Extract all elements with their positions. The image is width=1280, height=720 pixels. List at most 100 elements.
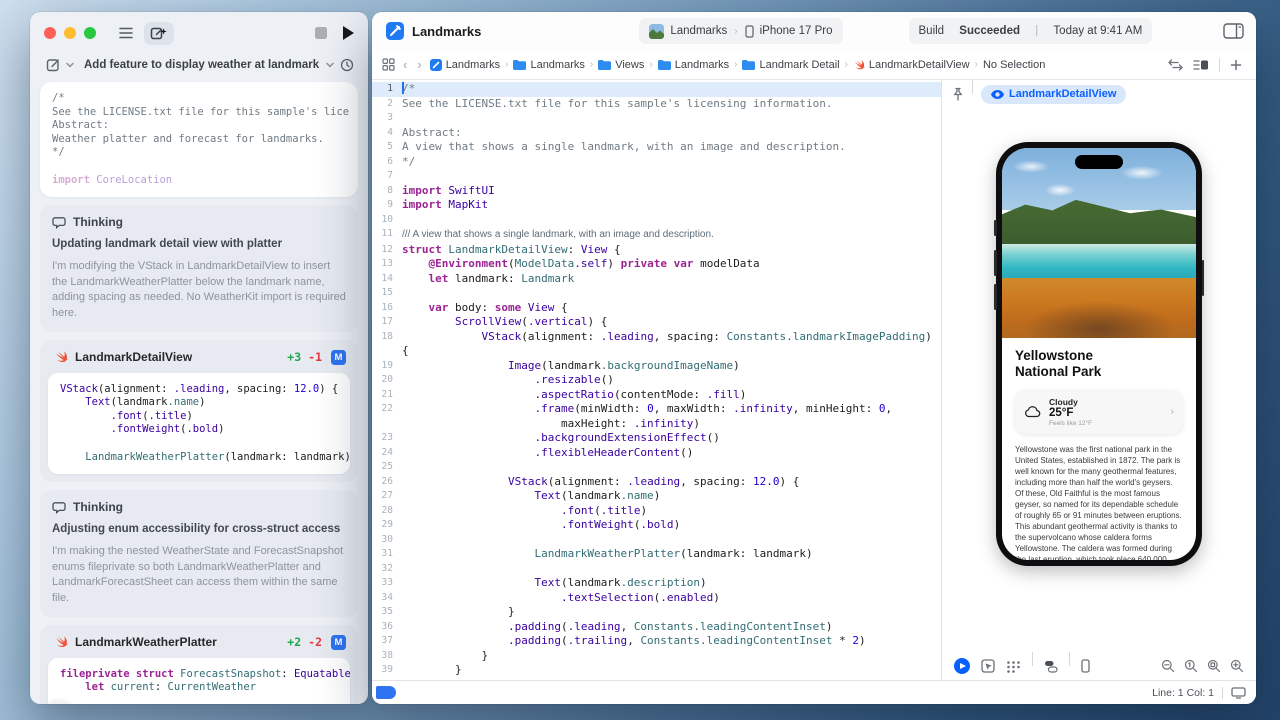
editor-line[interactable]: 32 — [372, 562, 941, 577]
minimize-window-button[interactable] — [64, 27, 76, 39]
breadcrumb-item[interactable]: No Selection — [983, 59, 1045, 71]
editor-line[interactable]: 34 .textSelection(.enabled) — [372, 591, 941, 606]
editor-line[interactable]: 38 } — [372, 649, 941, 664]
line-number[interactable]: 25 — [372, 460, 402, 475]
editor-line[interactable]: 29 .fontWeight(.bold) — [372, 518, 941, 533]
line-number[interactable]: 11 — [372, 227, 402, 243]
editor-line[interactable]: 22 .frame(minWidth: 0, maxWidth: .infini… — [372, 402, 941, 431]
line-number[interactable]: 5 — [372, 140, 402, 155]
device-settings-button[interactable] — [1081, 659, 1090, 673]
line-number[interactable]: 16 — [372, 301, 402, 316]
scheme-selector[interactable]: Landmarks › iPhone 17 Pro — [639, 18, 842, 44]
editor-line[interactable]: 40 .flexibleHeaderScrollView() — [372, 678, 941, 681]
license-code-block[interactable]: /*See the LICENSE.txt file for this samp… — [40, 82, 358, 197]
editor-line[interactable]: 39 } — [372, 663, 941, 678]
line-number[interactable]: 12 — [372, 243, 402, 258]
related-items-icon[interactable] — [382, 58, 395, 71]
breadcrumb-item[interactable]: Views — [598, 59, 644, 71]
editor-line[interactable]: 31 LandmarkWeatherPlatter(landmark: land… — [372, 547, 941, 562]
editor-line[interactable]: 7 — [372, 169, 941, 184]
editor-line[interactable]: 11/// A view that shows a single landmar… — [372, 227, 941, 243]
thinking-card-1[interactable]: Thinking Updating landmark detail view w… — [40, 205, 358, 331]
editor-line[interactable]: 24 .flexibleHeaderContent() — [372, 446, 941, 461]
editor-line[interactable]: 36 .padding(.leading, Constants.leadingC… — [372, 620, 941, 635]
editor-line[interactable]: 28 .font(.title) — [372, 504, 941, 519]
zoom-window-button[interactable] — [84, 27, 96, 39]
line-number[interactable]: 31 — [372, 547, 402, 562]
thread-list-icon[interactable] — [118, 26, 134, 40]
line-number[interactable]: 15 — [372, 286, 402, 301]
line-number[interactable]: 13 — [372, 257, 402, 272]
editor-line[interactable]: 3 — [372, 111, 941, 126]
editor-line[interactable]: 33 Text(landmark.description) — [372, 576, 941, 591]
file-change-header[interactable]: LandmarkDetailView +3 -1 M — [48, 348, 350, 373]
live-preview-button[interactable] — [954, 658, 970, 674]
editor-options-icon[interactable] — [1193, 59, 1209, 71]
line-number[interactable]: 19 — [372, 359, 402, 374]
editor-line[interactable]: 23 .backgroundExtensionEffect() — [372, 431, 941, 446]
breadcrumb-item[interactable]: Landmark Detail — [742, 59, 839, 71]
file-diff-code-block[interactable]: VStack(alignment: .leading, spacing: 12.… — [48, 373, 350, 475]
editor-line[interactable]: 2See the LICENSE.txt file for this sampl… — [372, 97, 941, 112]
editor-line[interactable]: 13 @Environment(ModelData.self) private … — [372, 257, 941, 272]
line-number[interactable]: 9 — [372, 198, 402, 213]
editor-line[interactable]: 9import MapKit — [372, 198, 941, 213]
line-number[interactable]: 17 — [372, 315, 402, 330]
source-editor[interactable]: 1/*2See the LICENSE.txt file for this sa… — [372, 80, 941, 680]
line-number[interactable]: 33 — [372, 576, 402, 591]
line-number[interactable]: 7 — [372, 169, 402, 184]
display-icon[interactable] — [1231, 687, 1246, 699]
inspector-toggle-icon[interactable] — [1223, 23, 1244, 39]
line-number[interactable]: 4 — [372, 126, 402, 141]
preview-target-pill[interactable]: LandmarkDetailView — [981, 85, 1126, 104]
color-scheme-button[interactable] — [1044, 660, 1058, 673]
add-editor-icon[interactable] — [1230, 59, 1242, 71]
history-icon[interactable] — [340, 58, 354, 72]
line-number[interactable]: 20 — [372, 373, 402, 388]
editor-line[interactable]: 6*/ — [372, 155, 941, 170]
line-number[interactable]: 26 — [372, 475, 402, 490]
line-number[interactable]: 14 — [372, 272, 402, 287]
line-number[interactable]: 36 — [372, 620, 402, 635]
breadcrumb-item[interactable]: Landmarks — [513, 59, 584, 71]
editor-line[interactable]: 18 VStack(alignment: .leading, spacing: … — [372, 330, 941, 359]
editor-line[interactable]: 35 } — [372, 605, 941, 620]
editor-line[interactable]: 20 .resizable() — [372, 373, 941, 388]
breadcrumb-item[interactable]: Landmarks — [430, 59, 500, 71]
editor-line[interactable]: 1/* — [372, 82, 941, 97]
editor-line[interactable]: 19 Image(landmark.backgroundImageName) — [372, 359, 941, 374]
close-window-button[interactable] — [44, 27, 56, 39]
line-number[interactable]: 28 — [372, 504, 402, 519]
thinking-card-2[interactable]: Thinking Adjusting enum accessibility fo… — [40, 490, 358, 616]
run-button[interactable] — [343, 26, 354, 40]
editor-line[interactable]: 4Abstract: — [372, 126, 941, 141]
run-destination[interactable]: iPhone 17 Pro — [760, 25, 833, 37]
line-number[interactable]: 22 — [372, 402, 402, 431]
line-number[interactable]: 30 — [372, 533, 402, 548]
thread-title[interactable]: Add feature to display weather at landma… — [84, 59, 322, 71]
line-number[interactable]: 37 — [372, 634, 402, 649]
chevron-down-icon[interactable] — [66, 62, 74, 68]
breadcrumb-item[interactable]: Landmarks — [658, 59, 729, 71]
breakpoint-tag[interactable] — [376, 686, 396, 699]
zoom-to-fit-button[interactable] — [1207, 659, 1221, 673]
stop-button[interactable] — [315, 27, 327, 39]
editor-line[interactable]: 5A view that shows a single landmark, wi… — [372, 140, 941, 155]
line-number[interactable]: 29 — [372, 518, 402, 533]
editor-line[interactable]: 21 .aspectRatio(contentMode: .fill) — [372, 388, 941, 403]
editor-line[interactable]: 14 let landmark: Landmark — [372, 272, 941, 287]
editor-line[interactable]: 15 — [372, 286, 941, 301]
line-number[interactable]: 32 — [372, 562, 402, 577]
line-number[interactable]: 1 — [372, 82, 402, 97]
line-number[interactable]: 24 — [372, 446, 402, 461]
chevron-down-icon[interactable] — [326, 62, 334, 68]
line-number[interactable]: 23 — [372, 431, 402, 446]
line-number[interactable]: 6 — [372, 155, 402, 170]
weather-platter[interactable]: Cloudy 25°F Feels like 12°F › — [1015, 390, 1183, 434]
selectable-mode-button[interactable] — [981, 659, 995, 673]
file-change-header[interactable]: LandmarkWeatherPlatter +2 -2 M — [48, 633, 350, 658]
editor-line[interactable]: 10 — [372, 213, 941, 228]
back-button[interactable]: ‹ — [401, 57, 409, 72]
line-number[interactable]: 10 — [372, 213, 402, 228]
editor-line[interactable]: 8import SwiftUI — [372, 184, 941, 199]
